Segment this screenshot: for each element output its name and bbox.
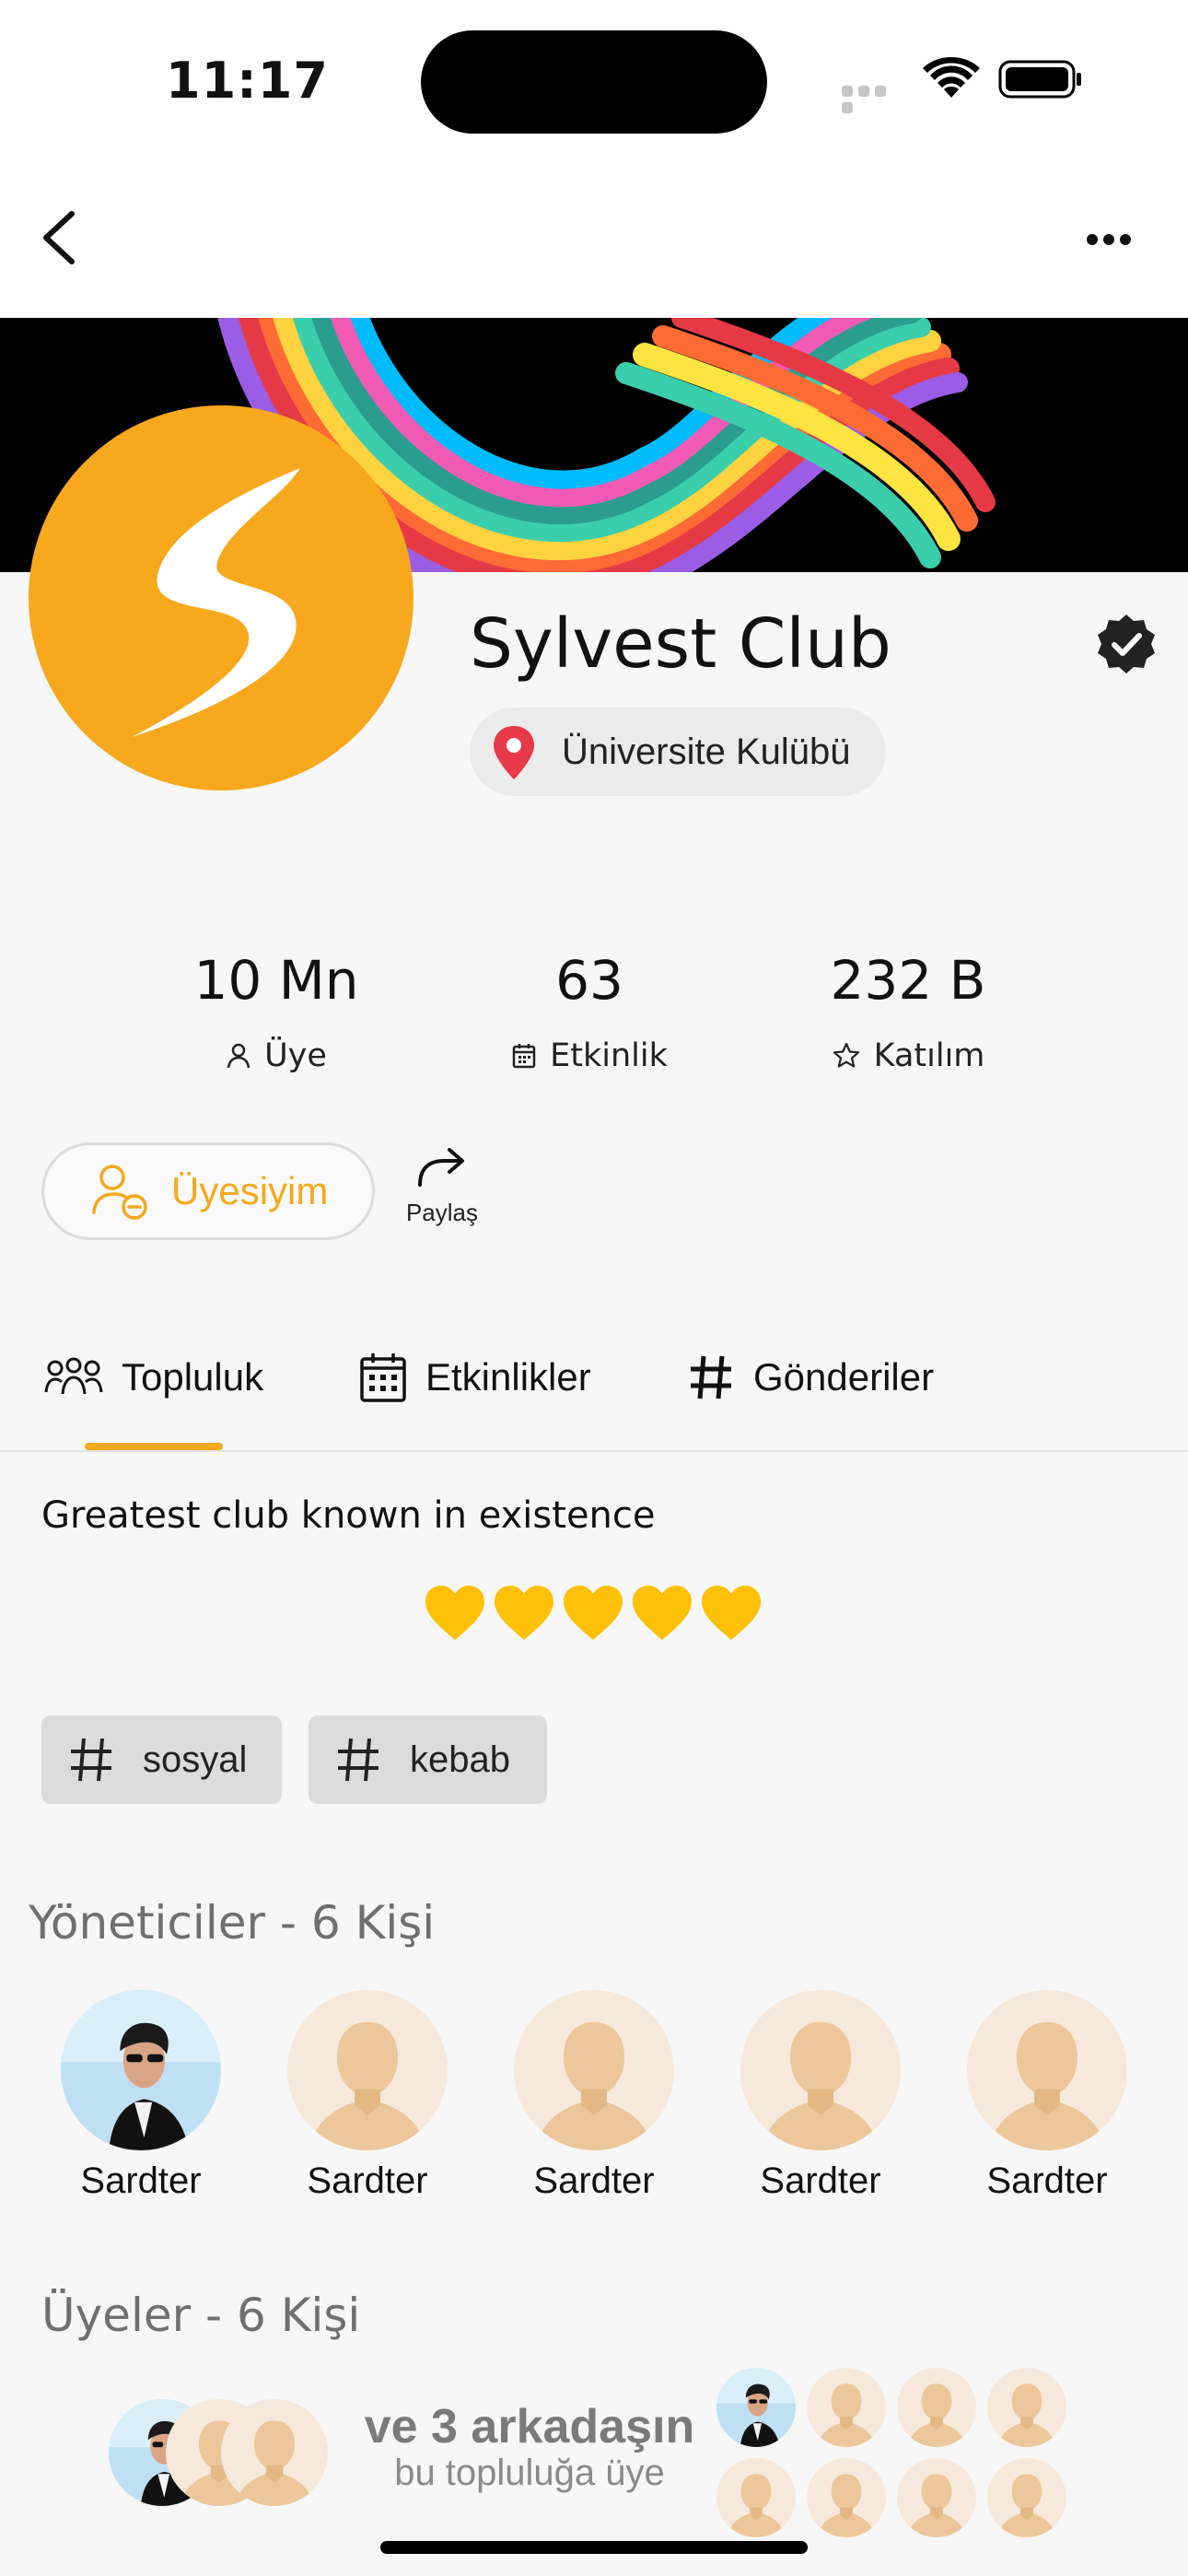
back-button[interactable] xyxy=(28,201,92,275)
club-name: Sylvest Club xyxy=(470,604,891,684)
admin-name: Sardter xyxy=(533,2160,655,2201)
heart-icon xyxy=(425,1586,484,1640)
avatar xyxy=(987,2368,1066,2447)
tab-label: Topluluk xyxy=(122,1355,264,1399)
hashtag-icon xyxy=(691,1355,731,1399)
tab-posts[interactable]: Gönderiler xyxy=(687,1345,934,1410)
member-remove-icon xyxy=(92,1165,147,1220)
tab-events[interactable]: Etkinlikler xyxy=(359,1345,591,1410)
avatar xyxy=(740,1990,901,2150)
avatar xyxy=(221,2399,328,2506)
members-heading: Üyeler - 6 Kişi xyxy=(41,2289,361,2342)
friends-count: ve 3 arkadaşın xyxy=(364,2400,695,2453)
tag-label: sosyal xyxy=(143,1739,248,1780)
avatar xyxy=(807,2458,886,2537)
dynamic-island xyxy=(421,30,767,134)
admin-name: Sardter xyxy=(80,2160,202,2201)
avatar xyxy=(897,2458,976,2537)
tab-divider xyxy=(0,1450,1188,1452)
heart-icon xyxy=(564,1586,623,1640)
calendar-icon xyxy=(512,1044,536,1069)
hashtag-icon xyxy=(338,1738,379,1782)
tag-chip[interactable]: kebab xyxy=(309,1715,547,1804)
stat-label: Üye xyxy=(264,1037,327,1074)
admin-item[interactable]: Sardter xyxy=(266,1990,469,2202)
membership-button[interactable]: Üyesiyim xyxy=(41,1142,375,1240)
tab-label: Gönderiler xyxy=(753,1355,935,1399)
tab-label: Etkinlikler xyxy=(425,1355,591,1399)
battery-icon xyxy=(998,60,1081,99)
more-options-button[interactable] xyxy=(1087,221,1160,258)
admin-item[interactable]: Sardter xyxy=(40,1990,242,2202)
friends-summary[interactable]: ve 3 arkadaşın bu topluluğa üye xyxy=(355,2399,705,2494)
share-label: Paylaş xyxy=(405,1199,479,1226)
tag-label: kebab xyxy=(410,1739,510,1780)
admin-name: Sardter xyxy=(760,2160,881,2201)
tab-community[interactable]: Topluluk xyxy=(44,1345,263,1410)
avatar xyxy=(897,2368,976,2447)
avatar xyxy=(61,1990,221,2150)
heart-icon xyxy=(633,1586,692,1640)
avatar xyxy=(287,1990,448,2150)
avatar xyxy=(716,2458,796,2537)
heart-icon xyxy=(702,1586,761,1640)
stat-events: 63 Etkinlik xyxy=(451,949,728,1074)
share-button[interactable]: Paylaş xyxy=(396,1141,488,1251)
avatar xyxy=(807,2368,886,2447)
avatar xyxy=(987,2458,1066,2537)
admin-item[interactable]: Sardter xyxy=(493,1990,695,2202)
signal-icon xyxy=(842,85,906,113)
club-description: Greatest club known in existence xyxy=(41,1494,656,1537)
location-pin-icon xyxy=(494,726,534,779)
club-type-label: Üniversite Kulübü xyxy=(562,731,851,772)
hashtag-icon xyxy=(71,1738,111,1782)
stat-label: Katılım xyxy=(873,1037,985,1074)
stat-label: Etkinlik xyxy=(550,1037,668,1074)
status-time: 11:17 xyxy=(166,52,329,110)
admin-name: Sardter xyxy=(986,2160,1108,2201)
admin-item[interactable]: Sardter xyxy=(719,1990,922,2202)
active-tab-indicator xyxy=(85,1443,223,1450)
share-arrow-icon xyxy=(418,1148,464,1187)
hearts-row xyxy=(422,1583,764,1644)
calendar-icon xyxy=(360,1353,406,1402)
heart-icon xyxy=(495,1586,553,1640)
admin-item[interactable]: Sardter xyxy=(946,1990,1148,2202)
avatar xyxy=(514,1990,674,2150)
tag-chip[interactable]: sosyal xyxy=(41,1715,282,1804)
avatar xyxy=(967,1990,1127,2150)
stat-value: 232 B xyxy=(830,949,986,1012)
wifi-icon xyxy=(923,57,980,98)
star-icon xyxy=(833,1042,859,1068)
admins-heading: Yöneticiler - 6 Kişi xyxy=(29,1896,436,1950)
home-indicator xyxy=(380,2541,808,2554)
nav-bar xyxy=(0,175,1188,318)
avatar xyxy=(716,2368,796,2447)
verified-badge-icon xyxy=(1098,615,1155,673)
stat-members: 10 Mn Üye xyxy=(138,949,414,1074)
membership-button-label: Üyesiyim xyxy=(171,1169,329,1212)
admin-name: Sardter xyxy=(307,2160,428,2201)
stat-value: 63 xyxy=(555,949,623,1012)
club-avatar xyxy=(29,405,413,790)
community-icon xyxy=(44,1357,103,1395)
stat-participation: 232 B Katılım xyxy=(770,949,1046,1074)
stat-value: 10 Mn xyxy=(193,949,359,1012)
person-icon xyxy=(227,1043,250,1069)
friends-subtitle: bu topluluğa üye xyxy=(394,2453,665,2493)
